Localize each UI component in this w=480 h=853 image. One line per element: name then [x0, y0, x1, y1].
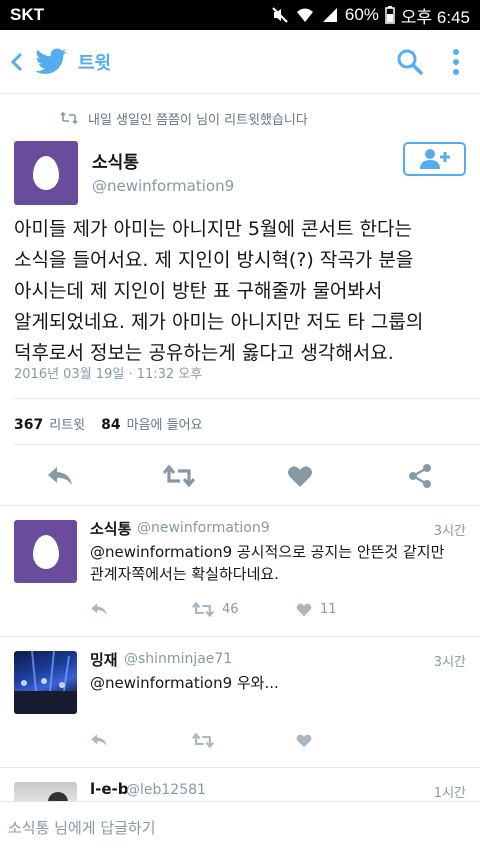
concert-photo-icon: [14, 651, 77, 714]
reply-time: 3시간: [433, 524, 466, 539]
heart-icon: [296, 734, 312, 748]
retweet-context: 내일 생일인 쯤쯤이 님이 리트윗했습니다: [60, 108, 308, 128]
twitter-bird-icon: [34, 45, 68, 79]
signal-icon: [321, 6, 339, 24]
egg-avatar-icon: [32, 534, 59, 569]
clock: 오후 6:45: [400, 7, 470, 27]
status-bar: SKT 60% 오후 6:45: [0, 0, 480, 30]
chevron-left-icon: [10, 52, 23, 71]
reply-time: 1시간: [433, 786, 466, 801]
retweet-button[interactable]: [192, 733, 222, 748]
search-icon: [397, 49, 423, 75]
reply-button[interactable]: [90, 602, 108, 616]
heart-icon: [288, 466, 312, 487]
reply-composer: [0, 801, 480, 853]
app-bar: 트윗: [0, 30, 480, 94]
reply-text: @newinformation9 공시적으로 공지는 안뜬것 같지만 관계자쪽에…: [90, 543, 445, 583]
retweet-icon: [60, 112, 78, 124]
like-button[interactable]: [284, 461, 316, 491]
reply-time: 3시간: [433, 655, 466, 670]
person-photo-icon: [48, 792, 68, 801]
retweet-icon: [192, 733, 214, 748]
reply-author-name[interactable]: 밍재: [90, 649, 118, 670]
follow-button[interactable]: [403, 142, 466, 176]
retweet-button[interactable]: [163, 461, 195, 491]
reply-author-name[interactable]: l-e-b: [90, 780, 129, 798]
avatar[interactable]: [14, 520, 77, 583]
reply-icon: [91, 734, 107, 746]
reply-author-name[interactable]: 소식통: [90, 518, 131, 539]
reply-author-handle[interactable]: @newinformation9: [137, 520, 270, 536]
retweet-icon: [163, 465, 195, 487]
reply-item[interactable]: l-e-b @leb12581 1시간: [0, 768, 480, 801]
reply-author-handle[interactable]: @shinminjae71: [124, 651, 232, 667]
divider: [14, 444, 480, 445]
like-button[interactable]: 11: [296, 602, 337, 617]
share-button[interactable]: [404, 461, 436, 491]
carrier-label: SKT: [10, 5, 44, 24]
reply-input[interactable]: [8, 818, 468, 837]
page-title: 트윗: [78, 52, 112, 74]
retweet-button[interactable]: 46: [192, 602, 239, 617]
more-vertical-icon: [453, 48, 459, 75]
reply-author-handle[interactable]: @leb12581: [126, 782, 206, 798]
add-user-icon: [419, 149, 450, 169]
wifi-icon: [295, 6, 315, 24]
reply-item[interactable]: 밍재 @shinminjae71 3시간 @newinformation9 우와…: [0, 637, 480, 767]
like-button[interactable]: [296, 733, 320, 748]
battery-percent: 60%: [344, 5, 379, 24]
reply-item[interactable]: 소식통 @newinformation9 3시간 @newinformation…: [0, 506, 480, 636]
reply-button[interactable]: [44, 461, 76, 491]
like-count-label[interactable]: 마음에 들어요: [127, 414, 203, 433]
tweet-text: 아미들 제가 아미는 아니지만 5월에 콘서트 한다는 소식을 들어서요. 제 …: [14, 218, 424, 364]
share-icon: [409, 464, 431, 488]
battery-icon: [385, 6, 395, 24]
avatar[interactable]: [14, 651, 77, 714]
avatar[interactable]: [14, 141, 78, 205]
divider: [14, 398, 480, 399]
author-handle[interactable]: @newinformation9: [92, 177, 234, 195]
reply-text: @newinformation9 우와...: [90, 674, 279, 692]
search-button[interactable]: [388, 30, 432, 94]
retweet-count-label[interactable]: 리트윗: [49, 414, 85, 433]
more-options-button[interactable]: [438, 30, 474, 94]
tweet-stats: 367 리트윗 84 마음에 들어요: [14, 414, 203, 433]
like-count: 11: [320, 602, 337, 617]
reply-icon: [48, 467, 72, 485]
reply-icon: [91, 603, 107, 615]
mute-icon: [271, 6, 289, 24]
avatar[interactable]: [14, 782, 77, 801]
retweet-count[interactable]: 367: [14, 417, 43, 433]
reply-button[interactable]: [90, 733, 108, 747]
retweet-context-text: 내일 생일인 쯤쯤이 님이 리트윗했습니다: [88, 112, 308, 128]
egg-avatar-icon: [33, 156, 59, 190]
back-button[interactable]: [2, 30, 32, 94]
author-name[interactable]: 소식통: [92, 148, 139, 173]
tweet-actions: [0, 453, 480, 499]
retweet-icon: [192, 602, 214, 617]
retweet-count: 46: [222, 602, 239, 617]
like-count[interactable]: 84: [101, 417, 120, 433]
heart-icon: [296, 603, 312, 617]
tweet-timestamp: 2016년 03월 19일 · 11:32 오후: [14, 367, 203, 382]
